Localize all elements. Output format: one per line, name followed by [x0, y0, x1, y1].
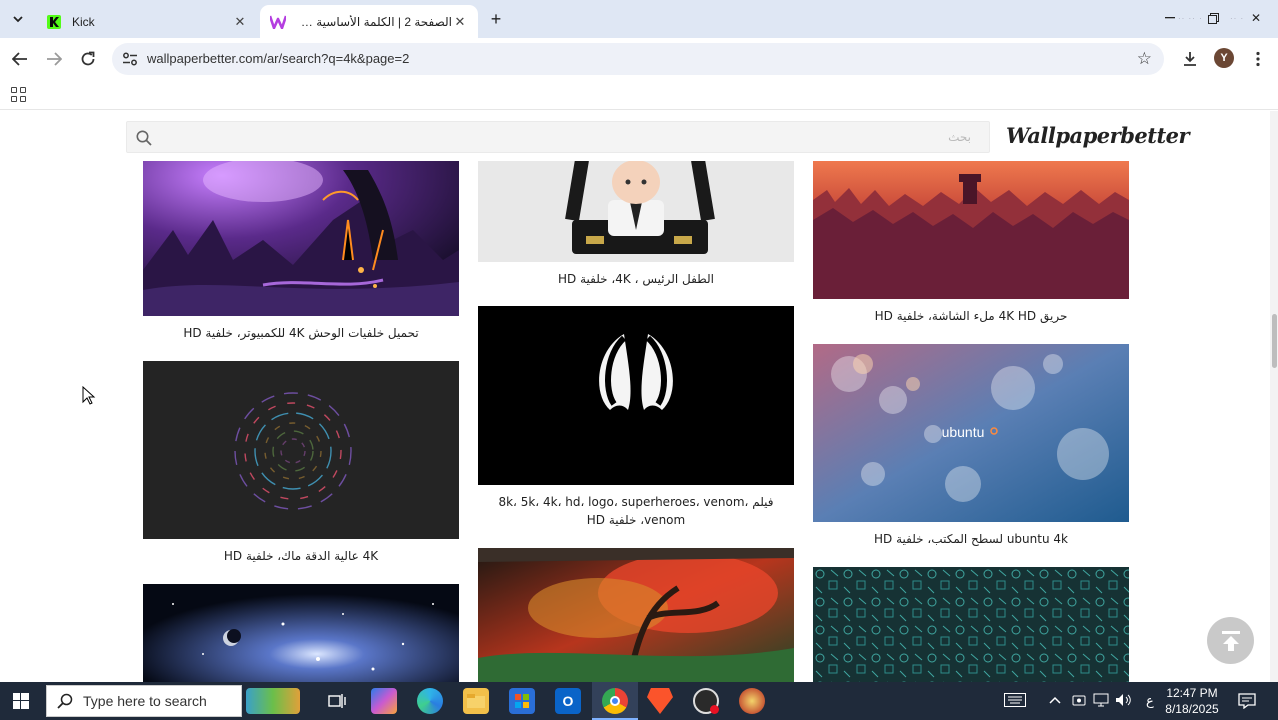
system-clock[interactable]: 12:47 PM 8/18/2025 [1160, 685, 1224, 717]
wallpaper-card[interactable]: الطفل الرئيس ، 4K، خلفية HD [478, 160, 794, 288]
back-to-top-button[interactable] [1207, 617, 1254, 664]
clock-date: 8/18/2025 [1165, 702, 1219, 716]
minimize-icon[interactable] [1156, 6, 1184, 30]
restore-icon[interactable] [1199, 6, 1227, 30]
downloads-icon[interactable] [1177, 46, 1203, 72]
wallpaper-card[interactable] [813, 567, 1129, 682]
edge-icon[interactable] [417, 688, 443, 714]
bookmarks-bar [0, 80, 1278, 110]
close-tab-icon[interactable]: ✕ [452, 14, 468, 30]
wallpaper-thumbnail[interactable] [813, 567, 1129, 682]
address-bar[interactable]: wallpaperbetter.com/ar/search?q=4k&page=… [112, 43, 1164, 75]
back-icon[interactable] [7, 46, 33, 72]
tab-wallpaperbetter[interactable]: الصفحة 2 | الكلمة الأساسية خلفية ✕ [260, 5, 478, 38]
keyboard-icon[interactable] [1004, 693, 1026, 710]
volume-icon[interactable] [1115, 693, 1133, 710]
wallpaper-thumbnail[interactable] [478, 306, 794, 485]
bookmark-star-icon[interactable]: ☆ [1137, 49, 1152, 69]
microsoft-store-icon[interactable] [509, 688, 535, 714]
search-highlight-icon[interactable] [246, 688, 300, 714]
wallpaper-card[interactable] [143, 584, 459, 682]
wallpaperbetter-logo-icon [270, 14, 286, 30]
wallpaper-thumbnail[interactable]: ubuntu [813, 344, 1129, 522]
wallpaper-card[interactable]: ubuntu ubuntu 4k لسطح المكتب، خلفية HD [813, 344, 1129, 548]
close-window-icon[interactable]: ✕ [1242, 6, 1270, 30]
scrollbar-thumb[interactable] [1272, 314, 1277, 368]
task-view-icon[interactable] [324, 688, 350, 714]
forward-icon[interactable] [41, 46, 67, 72]
tab-kick[interactable]: Kick ✕ [36, 5, 258, 38]
profile-avatar[interactable]: Y [1214, 48, 1234, 68]
wallpaper-thumbnail[interactable] [143, 584, 459, 682]
wallpaper-card[interactable] [478, 548, 794, 682]
wallpaper-caption[interactable]: حريق 4K HD ملء الشاشة، خلفية HD [813, 307, 1129, 325]
brave-icon[interactable] [647, 688, 673, 714]
wallpaper-thumbnail[interactable] [478, 160, 794, 262]
chrome-icon[interactable] [602, 688, 628, 714]
site-search [126, 121, 990, 153]
meet-now-icon[interactable] [1072, 693, 1086, 710]
taskbar-search-placeholder: Type here to search [83, 693, 207, 709]
search-input[interactable] [161, 122, 981, 152]
search-icon [57, 693, 73, 709]
wallpaper-thumbnail[interactable] [143, 361, 459, 539]
arrow-up-icon [1221, 630, 1240, 651]
windows-start-icon[interactable] [8, 690, 34, 712]
taskbar-search[interactable]: Type here to search [46, 685, 242, 717]
mouse-cursor-icon [82, 386, 96, 405]
site-header: Wallpaperbetter [0, 111, 1270, 161]
close-tab-icon[interactable]: ✕ [232, 14, 248, 30]
wallpaper-caption[interactable]: فيلم 8k، 5k، 4k، hd، logo، superheroes، … [478, 493, 794, 529]
input-language-indicator[interactable]: ع [1146, 693, 1154, 709]
page-viewport: تحميل خلفيات الوحش 4K للكمبيوتر، خلفية H… [0, 111, 1270, 682]
svg-text:ubuntu: ubuntu [942, 424, 985, 440]
file-explorer-icon[interactable] [463, 688, 489, 714]
tab-title: Kick [72, 14, 95, 29]
apps-grid-icon[interactable] [11, 87, 26, 102]
scrollbar-track[interactable] [1270, 111, 1278, 682]
tab-search-chevron-icon[interactable] [6, 7, 30, 31]
wallpaper-card[interactable]: حريق 4K HD ملء الشاشة، خلفية HD [813, 160, 1129, 325]
browser-menu-icon[interactable] [1245, 46, 1271, 72]
search-icon[interactable] [135, 129, 153, 147]
browser-toolbar: wallpaperbetter.com/ar/search?q=4k&page=… [0, 38, 1278, 80]
notifications-icon[interactable] [1238, 693, 1256, 712]
site-logo[interactable]: Wallpaperbetter [1006, 123, 1190, 148]
wallpaper-caption[interactable]: 4K عالية الدقة ماك، خلفية HD [143, 547, 459, 565]
wallpaper-caption[interactable]: تحميل خلفيات الوحش 4K للكمبيوتر، خلفية H… [143, 324, 459, 342]
wallpaper-card[interactable]: تحميل خلفيات الوحش 4K للكمبيوتر، خلفية H… [143, 160, 459, 342]
tab-title: الصفحة 2 | الكلمة الأساسية خلفية [296, 14, 452, 29]
show-hidden-icons-chevron-icon[interactable] [1049, 693, 1061, 707]
wallpaper-caption[interactable]: الطفل الرئيس ، 4K، خلفية HD [478, 270, 794, 288]
wallpaper-thumbnail[interactable] [478, 548, 794, 682]
obs-icon[interactable] [693, 688, 719, 714]
tab-strip: Kick ✕ الصفحة 2 | الكلمة الأساسية خلفية … [0, 0, 1278, 38]
game-app-icon[interactable] [739, 688, 765, 714]
url-text: wallpaperbetter.com/ar/search?q=4k&page=… [147, 51, 410, 66]
new-tab-button[interactable]: + [484, 8, 508, 30]
wallpaper-thumbnail[interactable] [813, 160, 1129, 299]
wallpaper-thumbnail[interactable] [143, 160, 459, 316]
reload-icon[interactable] [75, 46, 101, 72]
site-info-icon[interactable] [122, 51, 138, 67]
network-icon[interactable] [1093, 693, 1109, 710]
kick-logo-icon [46, 14, 62, 30]
wallpaper-card[interactable]: 4K عالية الدقة ماك، خلفية HD [143, 361, 459, 565]
clock-time: 12:47 PM [1166, 686, 1218, 700]
windows-taskbar: Type here to search O ع 12:47 PM 8/18/20… [0, 682, 1278, 720]
wallpaper-caption[interactable]: ubuntu 4k لسطح المكتب، خلفية HD [813, 530, 1129, 548]
wallpaper-card[interactable]: فيلم 8k، 5k، 4k، hd، logo، superheroes، … [478, 306, 794, 529]
copilot-icon[interactable] [371, 688, 397, 714]
outlook-icon[interactable]: O [555, 688, 581, 714]
